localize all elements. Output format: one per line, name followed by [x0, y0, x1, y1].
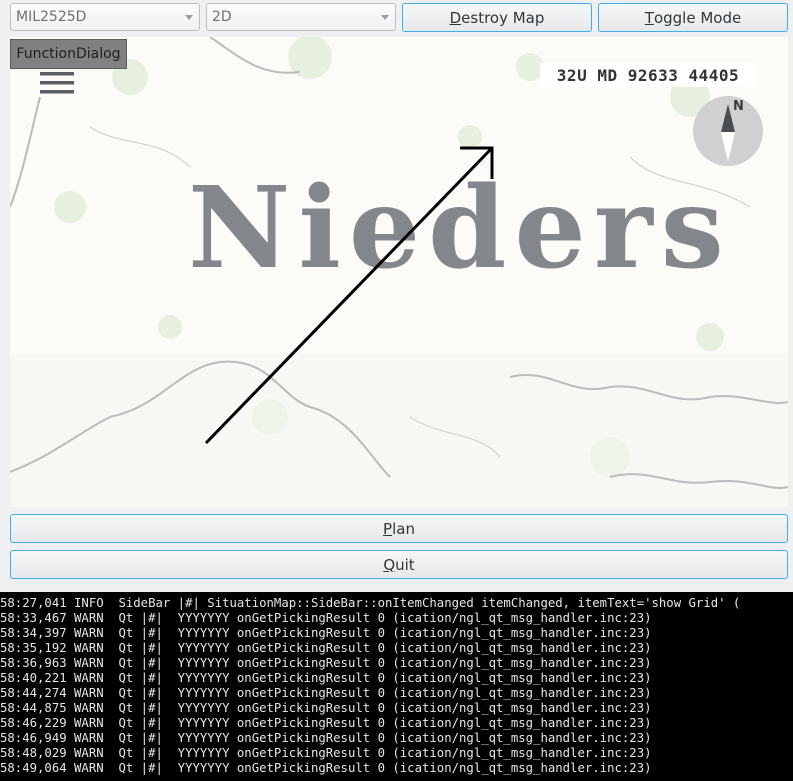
view-mode-select-value: 2D [212, 9, 232, 25]
log-line: 58:46,229 WARN Qt |#| YYYYYYY onGetPicki… [0, 716, 652, 730]
log-line: 58:27,041 INFO SideBar |#| SituationMap:… [0, 596, 741, 610]
plan-button[interactable]: Plan [10, 514, 788, 543]
log-line: 58:48,029 WARN Qt |#| YYYYYYY onGetPicki… [0, 746, 652, 760]
compass-north-label: N [733, 99, 744, 114]
symbology-select[interactable]: MIL2525D [10, 3, 200, 31]
log-line: 58:34,397 WARN Qt |#| YYYYYYY onGetPicki… [0, 626, 652, 640]
console-log[interactable]: 58:27,041 INFO SideBar |#| SituationMap:… [0, 592, 793, 781]
chevron-down-icon [381, 15, 389, 20]
view-mode-select[interactable]: 2D [206, 3, 396, 31]
log-line: 58:44,274 WARN Qt |#| YYYYYYY onGetPicki… [0, 686, 652, 700]
quit-button[interactable]: Quit [10, 550, 788, 579]
coordinate-readout: 32U MD 92633 44405 [540, 63, 756, 87]
log-line: 58:40,221 WARN Qt |#| YYYYYYY onGetPicki… [0, 671, 652, 685]
compass-icon[interactable]: N [693, 96, 763, 170]
quit-label: uit [395, 555, 415, 574]
quit-mnemonic: Q [383, 555, 396, 574]
plan-mnemonic: P [383, 519, 393, 538]
chevron-down-icon [185, 15, 193, 20]
log-line: 58:36,963 WARN Qt |#| YYYYYYY onGetPicki… [0, 656, 652, 670]
log-line: 58:49,064 WARN Qt |#| YYYYYYY onGetPicki… [0, 761, 652, 775]
log-line: 58:33,467 WARN Qt |#| YYYYYYY onGetPicki… [0, 611, 652, 625]
log-line: 58:46,949 WARN Qt |#| YYYYYYY onGetPicki… [0, 731, 652, 745]
destroy-map-mnemonic: D [449, 8, 462, 27]
function-dialog-button[interactable]: FunctionDialog [10, 39, 127, 69]
destroy-map-label: estroy Map [461, 8, 545, 27]
toggle-mode-button[interactable]: Toggle Mode [598, 3, 788, 32]
symbology-select-value: MIL2525D [16, 9, 87, 25]
map-background: Nieders [10, 37, 788, 507]
coordinate-text: 32U MD 92633 44405 [556, 65, 740, 85]
destroy-map-button[interactable]: Destroy Map [402, 3, 592, 32]
plan-label: lan [392, 519, 415, 538]
toggle-mode-mnemonic: T [644, 8, 654, 27]
log-line: 58:35,192 WARN Qt |#| YYYYYYY onGetPicki… [0, 641, 652, 655]
log-line: 58:44,875 WARN Qt |#| YYYYYYY onGetPicki… [0, 701, 652, 715]
function-dialog-label: FunctionDialog [16, 46, 121, 62]
hamburger-menu-icon[interactable] [40, 71, 74, 101]
toggle-mode-label: oggle Mode [653, 8, 742, 27]
map-view[interactable]: Nieders [10, 37, 788, 507]
